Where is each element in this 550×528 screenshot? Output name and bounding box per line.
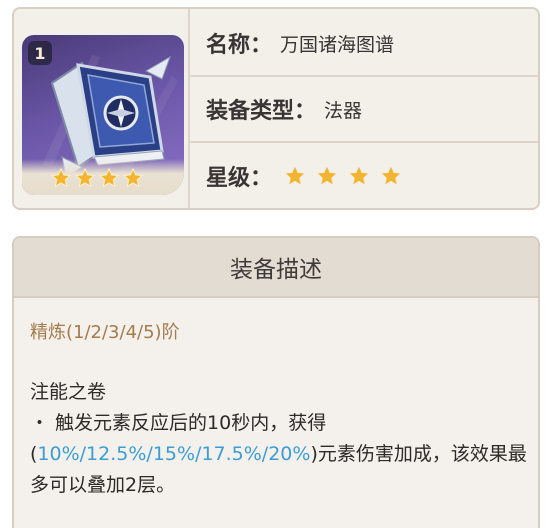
item-thumbnail: 1 — [22, 35, 184, 195]
star-icon — [74, 167, 96, 189]
rarity-colon: ： — [250, 166, 273, 191]
info-rows: 名称 ： 万国诸海图谱 装备类型 ： 法器 星级 ： — [190, 9, 538, 208]
star-icon — [98, 167, 120, 189]
thumbnail-stars — [50, 167, 144, 189]
weapon-detail-page: 1 名称 ： 万国诸海图谱 装备类型 ： 法器 星级 ： 装备描述 精炼(1/2… — [0, 0, 550, 528]
description-card: 装备描述 精炼(1/2/3/4/5)阶 注能之卷 ・ 触发元素反应后的10秒内，… — [12, 236, 540, 528]
description-header: 装备描述 — [14, 238, 538, 298]
effect-title: 注能之卷 — [30, 381, 107, 403]
type-value: 法器 — [324, 99, 363, 122]
type-label: 装备类型 — [206, 99, 295, 124]
star-icon — [50, 167, 72, 189]
rarity-row: 星级 ： — [190, 143, 538, 208]
type-row: 装备类型 ： 法器 — [190, 77, 538, 143]
rarity-stars — [284, 165, 402, 187]
item-info-card: 1 名称 ： 万国诸海图谱 装备类型 ： 法器 星级 ： — [12, 7, 540, 210]
name-label: 名称 — [206, 33, 251, 58]
refinement-level-badge: 1 — [28, 41, 52, 65]
name-value: 万国诸海图谱 — [280, 33, 395, 56]
star-icon — [380, 165, 402, 187]
effect-values: 10%/12.5%/15%/17.5%/20% — [37, 443, 311, 465]
name-colon: ： — [250, 33, 273, 58]
star-icon — [348, 165, 370, 187]
rarity-label: 星级 — [206, 166, 251, 191]
name-row: 名称 ： 万国诸海图谱 — [190, 11, 538, 77]
type-colon: ： — [294, 99, 317, 124]
star-icon — [284, 165, 306, 187]
star-icon — [122, 167, 144, 189]
effect-text: ・ 触发元素反应后的10秒内，获得(10%/12.5%/15%/17.5%/20… — [30, 408, 530, 501]
star-icon — [316, 165, 338, 187]
refinement-line: 精炼(1/2/3/4/5)阶 — [30, 322, 180, 343]
